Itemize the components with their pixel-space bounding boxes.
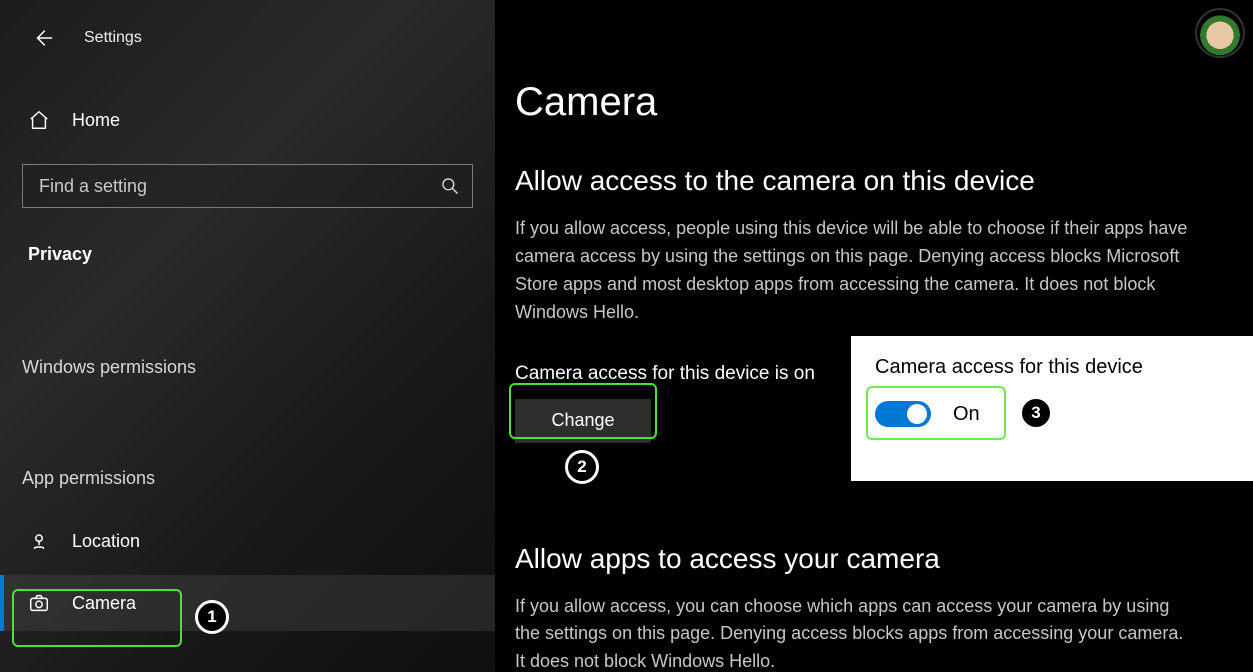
window-title: Settings	[84, 29, 142, 47]
heading-allow-apps-access: Allow apps to access your camera	[515, 543, 1213, 575]
back-button[interactable]	[30, 25, 56, 51]
body-allow-apps-access: If you allow access, you can choose whic…	[515, 593, 1195, 672]
section-privacy-heading: Privacy	[0, 244, 495, 265]
heading-allow-device-access: Allow access to the camera on this devic…	[515, 165, 1213, 197]
search-input[interactable]	[39, 176, 440, 197]
toggle-state-label: On	[953, 403, 980, 426]
camera-access-popup: Camera access for this device On 3	[851, 336, 1253, 481]
section-windows-permissions: Windows permissions	[0, 357, 495, 378]
main-panel: Camera Allow access to the camera on thi…	[495, 0, 1253, 672]
sidebar-home-label: Home	[72, 110, 120, 131]
body-allow-device-access: If you allow access, people using this d…	[515, 215, 1195, 327]
annotation-badge-2: 2	[565, 450, 599, 484]
toggle-knob-icon	[907, 404, 927, 424]
titlebar: Settings	[0, 18, 495, 58]
avatar	[1195, 8, 1245, 58]
settings-sidebar: Settings Home Privacy Windows permission…	[0, 0, 495, 672]
change-button[interactable]: Change	[515, 399, 651, 443]
sidebar-item-camera[interactable]: Camera	[0, 575, 495, 631]
search-field[interactable]	[22, 164, 473, 208]
camera-icon	[28, 592, 50, 614]
popup-title: Camera access for this device	[875, 356, 1231, 379]
sidebar-item-camera-label: Camera	[72, 593, 136, 614]
change-button-label: Change	[551, 410, 614, 431]
arrow-left-icon	[32, 27, 54, 49]
location-icon	[28, 530, 50, 552]
sidebar-item-location-label: Location	[72, 531, 140, 552]
camera-access-toggle[interactable]	[875, 401, 931, 427]
home-icon	[28, 109, 50, 131]
page-title: Camera	[515, 80, 1213, 125]
search-icon	[440, 176, 460, 196]
sidebar-home[interactable]: Home	[0, 100, 495, 140]
section-app-permissions: App permissions	[0, 468, 495, 489]
sidebar-item-location[interactable]: Location	[0, 513, 495, 569]
